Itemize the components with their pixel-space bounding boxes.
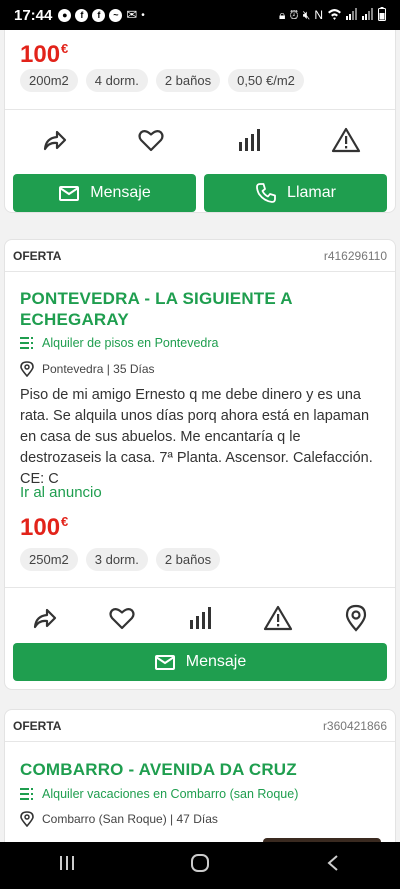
price: 100€ [20,514,68,542]
location-pin-icon [20,361,34,377]
mute-icon: 🔇︎ [302,7,311,22]
wifi-icon [327,8,342,23]
signal-icon [346,7,358,23]
message-button[interactable]: Mensaje [13,643,387,681]
facebook-icon: f [75,8,89,22]
listing-category[interactable]: Alquiler vacaciones en Combarro (san Roq… [5,787,313,801]
listing-feed[interactable]: 100€ 200m2 4 dorm. 2 baños 0,50 €/m2 Men… [0,30,400,842]
lock-icon: 🔒︎ [279,7,286,22]
currency: € [61,514,69,529]
go-to-listing-link[interactable]: Ir al anuncio [5,484,117,501]
listing-ref: r416296110 [323,248,387,263]
list-icon [20,788,33,800]
listing-title[interactable]: PONTEVEDRA - LA SIGUIENTE A ECHEGARAY [5,288,325,330]
listing-tag: OFERTA [13,718,62,733]
price: 100€ [20,41,68,69]
heart-icon[interactable] [135,124,167,156]
feature-chips: 250m2 3 dorm. 2 baños [20,548,221,571]
action-bar [5,115,395,165]
gmail-icon: ✉ [126,7,138,22]
contact-buttons: Mensaje Llamar [5,174,395,212]
feature-chip: 2 baños [155,548,221,571]
listing-header: OFERTA r416296110 [5,240,395,272]
battery-icon [378,6,386,24]
divider [5,109,395,110]
back-icon[interactable] [303,854,363,878]
warning-icon[interactable] [262,602,294,634]
listing-ref: r360421866 [322,718,387,733]
status-bar: 17:44 ● f f ~ ✉ • 🔒︎ ⏰︎ 🔇︎ N [0,0,400,30]
feature-chip: 4 dorm. [85,69,148,92]
home-icon[interactable] [170,853,230,879]
envelope-icon [154,655,175,670]
feature-chip: 0,50 €/m2 [228,69,304,92]
listing-card: OFERTA r360421866 COMBARRO - AVENIDA DA … [4,709,396,842]
screen-record-icon: ● [58,8,72,22]
feature-chip: 200m2 [20,69,78,92]
listing-tag: OFERTA [13,248,62,263]
warning-icon[interactable] [330,124,362,156]
share-icon[interactable] [38,124,70,156]
listing-location-label: Combarro (San Roque) | 47 Días [42,812,218,826]
message-button-label: Mensaje [90,184,151,201]
currency: € [61,41,69,56]
dot-icon: • [141,9,145,21]
feature-chip: 250m2 [20,548,78,571]
phone-icon [256,183,276,203]
price-value: 100 [20,514,61,541]
nfc-icon: N [314,8,323,22]
messenger-icon: ~ [109,8,123,22]
recent-apps-icon[interactable] [37,854,97,878]
divider [5,587,395,588]
listing-location: Pontevedra | 35 Días [5,361,170,377]
share-icon[interactable] [28,602,60,634]
list-icon [20,337,33,349]
listing-category[interactable]: Alquiler de pisos en Pontevedra [5,336,234,350]
facebook-icon: f [92,8,106,22]
listing-category-label: Alquiler de pisos en Pontevedra [42,336,219,350]
listing-card: 100€ 200m2 4 dorm. 2 baños 0,50 €/m2 Men… [4,30,396,213]
listing-location-label: Pontevedra | 35 Días [42,362,155,376]
call-button[interactable]: Llamar [204,174,387,212]
heart-icon[interactable] [106,602,138,634]
listing-description: Piso de mi amigo Ernesto q me debe diner… [20,387,373,487]
location-icon[interactable] [340,602,372,634]
feature-chip: 3 dorm. [85,548,148,571]
location-pin-icon [20,811,34,827]
system-icons: 🔒︎ ⏰︎ 🔇︎ N [279,6,386,24]
feature-chip: 2 baños [155,69,221,92]
status-time: 17:44 [14,6,53,24]
feature-chips: 200m2 4 dorm. 2 baños 0,50 €/m2 [20,69,304,92]
call-button-label: Llamar [287,184,336,201]
action-bar [5,593,395,643]
listing-title[interactable]: COMBARRO - AVENIDA DA CRUZ [5,759,312,780]
stats-icon[interactable] [184,602,216,634]
stats-icon[interactable] [233,124,265,156]
system-nav-bar [0,842,400,889]
listing-location: Combarro (San Roque) | 47 Días [5,811,233,827]
contact-buttons: Mensaje [5,643,395,681]
price-value: 100 [20,41,61,68]
alarm-icon: ⏰︎ [289,7,299,22]
listing-header: OFERTA r360421866 [5,710,395,742]
listing-card: OFERTA r416296110 PONTEVEDRA - LA SIGUIE… [4,239,396,690]
listing-category-label: Alquiler vacaciones en Combarro (san Roq… [42,787,299,801]
envelope-icon [59,186,80,201]
notification-icons: ● f f ~ ✉ • [58,7,145,23]
message-button[interactable]: Mensaje [13,174,196,212]
message-button-label: Mensaje [185,653,247,670]
signal-icon [362,7,374,23]
